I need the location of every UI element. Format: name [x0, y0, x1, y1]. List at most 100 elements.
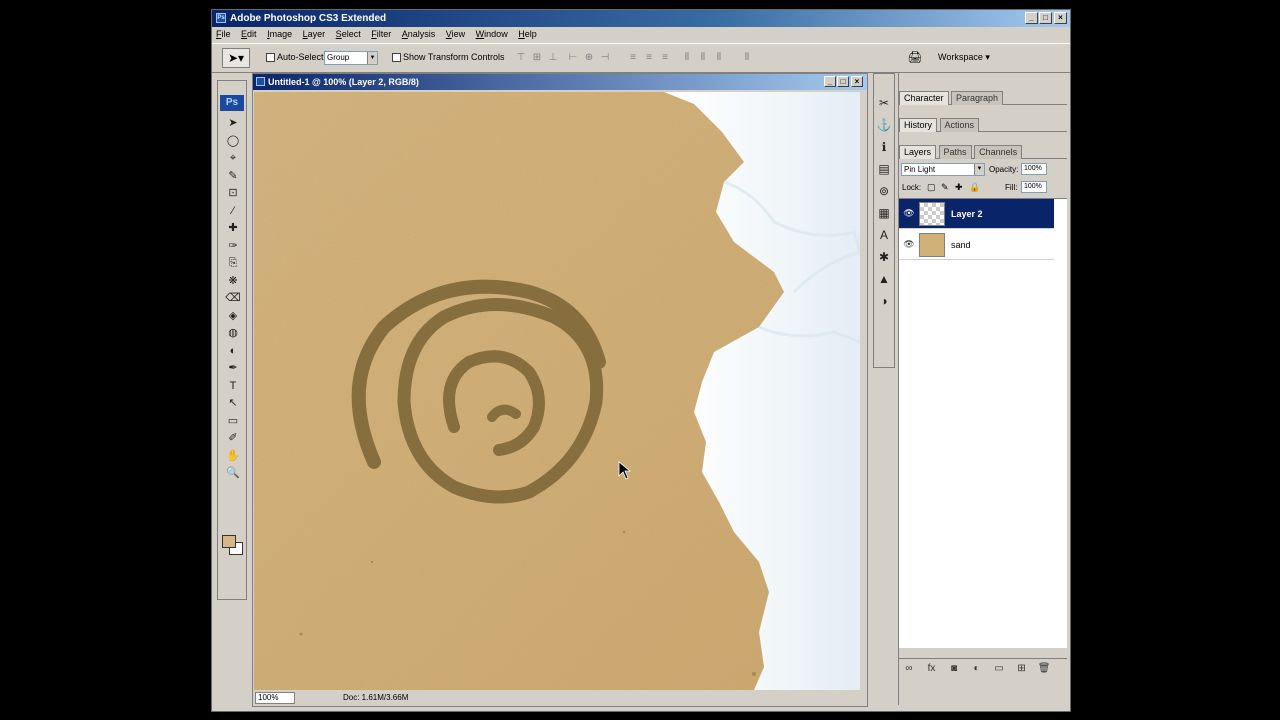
layer-style-icon[interactable]: fx: [922, 659, 942, 679]
menu-help[interactable]: Help: [514, 27, 541, 39]
align-top-icon[interactable]: ⊤: [514, 52, 528, 64]
auto-align-icon[interactable]: ⦀: [740, 52, 754, 64]
show-transform-checkbox[interactable]: [392, 53, 401, 62]
fill-field[interactable]: 100%: [1021, 181, 1047, 193]
tab-channels[interactable]: Channels: [974, 145, 1023, 159]
tab-actions[interactable]: Actions: [939, 118, 980, 132]
collapsed-panel-dock: ✂ ⚓ ℹ ▤ ⊚ ▦ A ✱ ▲ ◑: [873, 73, 895, 368]
doc-size-info[interactable]: Doc: 1.61M/3.66M: [343, 693, 408, 702]
layer-mask-icon[interactable]: ◙: [944, 659, 964, 679]
shape-tool-icon[interactable]: ▭: [218, 413, 248, 431]
auto-select-checkbox[interactable]: [266, 53, 275, 62]
menu-analysis[interactable]: Analysis: [398, 27, 440, 39]
menu-edit[interactable]: Edit: [237, 27, 261, 39]
workspace-menu[interactable]: Workspace ▾: [938, 52, 990, 63]
distribute-left-icon[interactable]: ⦀: [680, 52, 694, 64]
chevron-down-icon: ▼: [974, 164, 984, 175]
path-selection-tool-icon[interactable]: ↖: [218, 395, 248, 413]
zoom-field[interactable]: 100%: [255, 692, 295, 704]
histogram-icon[interactable]: ▲: [874, 268, 894, 290]
dodge-tool-icon[interactable]: ◐: [218, 343, 248, 361]
styles-icon[interactable]: ✱: [874, 246, 894, 268]
eye-icon[interactable]: 👁: [903, 208, 915, 220]
lasso-tool-icon[interactable]: ⌖: [218, 150, 248, 168]
menu-view[interactable]: View: [442, 27, 469, 39]
menu-filter[interactable]: Filter: [367, 27, 395, 39]
clone-stamp-tool-icon[interactable]: ⎘: [218, 255, 248, 273]
marquee-tool-icon[interactable]: ◯: [218, 133, 248, 151]
link-layers-icon[interactable]: ∞: [899, 659, 919, 679]
workspace-icon[interactable]: 🖨: [906, 50, 924, 66]
trash-icon[interactable]: 🗑: [1034, 659, 1054, 679]
menu-select[interactable]: Select: [332, 27, 365, 39]
lock-image-icon[interactable]: ✎: [941, 182, 949, 193]
eraser-tool-icon[interactable]: ⌫: [218, 290, 248, 308]
chevron-down-icon: ▼: [367, 52, 377, 64]
distribute-vcenter-icon[interactable]: ≡: [642, 52, 656, 64]
doc-minimize-button[interactable]: _: [824, 76, 836, 87]
menu-window[interactable]: Window: [472, 27, 512, 39]
brush-tool-icon[interactable]: ✑: [218, 238, 248, 256]
pen-tool-icon[interactable]: ✒: [218, 360, 248, 378]
hand-tool-icon[interactable]: ✋: [218, 448, 248, 466]
menu-layer[interactable]: Layer: [299, 27, 330, 39]
distribute-right-icon[interactable]: ⦀: [712, 52, 726, 64]
align-vcenter-icon[interactable]: ⊞: [530, 52, 544, 64]
tab-paragraph[interactable]: Paragraph: [951, 91, 1004, 105]
eyedropper-tool-icon[interactable]: ∕: [218, 203, 248, 221]
beach-image: [254, 92, 860, 690]
auto-select-dropdown[interactable]: Group ▼: [324, 51, 378, 65]
crop-tool-icon[interactable]: ⊡: [218, 185, 248, 203]
distribute-bottom-icon[interactable]: ≡: [658, 52, 672, 64]
align-bottom-icon[interactable]: ⊥: [546, 52, 560, 64]
close-button[interactable]: ×: [1054, 12, 1067, 24]
canvas[interactable]: [254, 92, 860, 690]
menu-file[interactable]: File: [212, 27, 235, 39]
align-left-icon[interactable]: ⊢: [566, 52, 580, 64]
info-icon[interactable]: ℹ: [874, 136, 894, 158]
doc-close-button[interactable]: ×: [851, 76, 863, 87]
blur-tool-icon[interactable]: ◍: [218, 325, 248, 343]
menu-image[interactable]: Image: [263, 27, 296, 39]
foreground-color-swatch[interactable]: [222, 535, 236, 548]
type-tool-icon[interactable]: T: [218, 378, 248, 396]
distribute-hcenter-icon[interactable]: ⦀: [696, 52, 710, 64]
new-group-icon[interactable]: ▭: [989, 659, 1009, 679]
layer-row-layer-2[interactable]: 👁 Layer 2: [899, 199, 1054, 229]
move-tool-icon[interactable]: ➤▾: [222, 48, 250, 68]
paint-bucket-tool-icon[interactable]: ◈: [218, 308, 248, 326]
zoom-tool-icon[interactable]: 🔍: [218, 465, 248, 483]
lock-position-icon[interactable]: ✚: [955, 182, 963, 193]
minimize-button[interactable]: _: [1025, 12, 1038, 24]
lock-transparent-icon[interactable]: ▢: [927, 182, 936, 193]
clone-source-icon[interactable]: ⊚: [874, 180, 894, 202]
healing-brush-tool-icon[interactable]: ✚: [218, 220, 248, 238]
layer-row-sand[interactable]: 👁 sand: [899, 230, 1054, 260]
move-tool-icon[interactable]: ➤: [218, 115, 248, 133]
adjustment-layer-icon[interactable]: ◐: [967, 659, 987, 679]
history-brush-tool-icon[interactable]: ❋: [218, 273, 248, 291]
magic-wand-tool-icon[interactable]: ✎: [218, 168, 248, 186]
opacity-field[interactable]: 100%: [1021, 163, 1047, 175]
doc-maximize-button[interactable]: □: [837, 76, 849, 87]
notes-tool-icon[interactable]: ✐: [218, 430, 248, 448]
distribute-top-icon[interactable]: ≡: [626, 52, 640, 64]
align-hcenter-icon[interactable]: ⊕: [582, 52, 596, 64]
character-icon[interactable]: A: [874, 224, 894, 246]
new-layer-icon[interactable]: ⊞: [1012, 659, 1032, 679]
align-right-icon[interactable]: ⊣: [598, 52, 612, 64]
blend-mode-dropdown[interactable]: Pin Light ▼: [901, 163, 985, 176]
lock-all-icon[interactable]: 🔒: [969, 182, 980, 193]
document-title-bar[interactable]: Untitled-1 @ 100% (Layer 2, RGB/8) _ □ ×: [253, 74, 867, 90]
navigator-icon[interactable]: ⚓: [874, 114, 894, 136]
tab-paths[interactable]: Paths: [938, 145, 972, 159]
tab-history[interactable]: History: [899, 118, 938, 132]
maximize-button[interactable]: □: [1039, 12, 1052, 24]
brushes-icon[interactable]: ▤: [874, 158, 894, 180]
tools-preset-icon[interactable]: ✂: [874, 92, 894, 114]
swatches-icon[interactable]: ▦: [874, 202, 894, 224]
tab-layers[interactable]: Layers: [899, 145, 937, 159]
eye-icon[interactable]: 👁: [903, 239, 915, 251]
tab-character[interactable]: Character: [899, 91, 949, 105]
color-icon[interactable]: ◑: [874, 290, 894, 312]
